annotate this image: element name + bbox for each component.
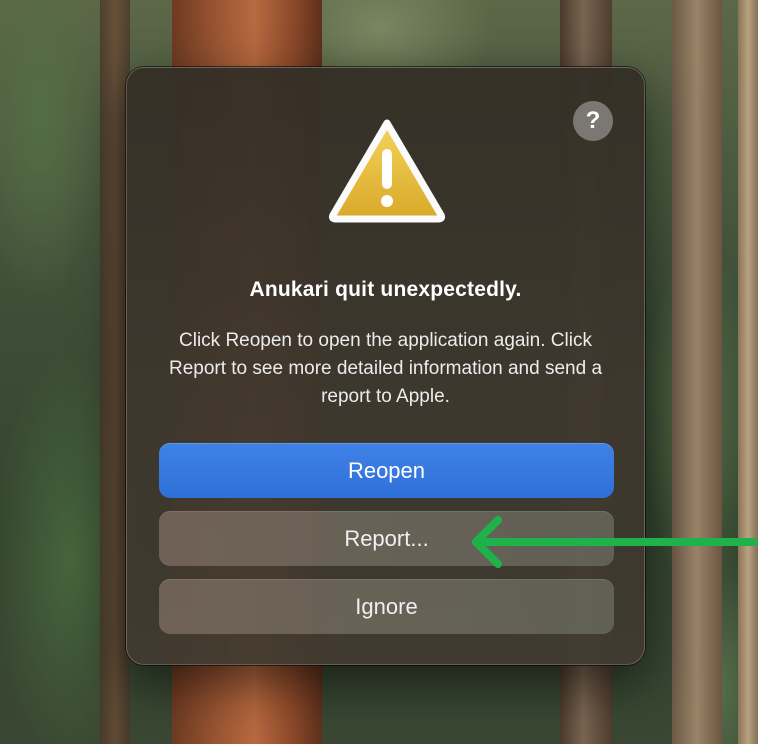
crash-alert-dialog: ? Anukari quit unexpectedly. Click Reope… (126, 67, 645, 665)
ignore-button[interactable]: Ignore (159, 579, 614, 634)
alert-title: Anukari quit unexpectedly. (249, 278, 522, 301)
arrow-left-icon (472, 516, 758, 568)
tree-trunk (738, 0, 758, 744)
tree-trunk (672, 0, 722, 744)
reopen-button[interactable]: Reopen (159, 443, 614, 498)
alert-message: Click Reopen to open the application aga… (168, 330, 603, 407)
help-button[interactable]: ? (573, 101, 613, 141)
warning-triangle-icon (328, 119, 446, 223)
